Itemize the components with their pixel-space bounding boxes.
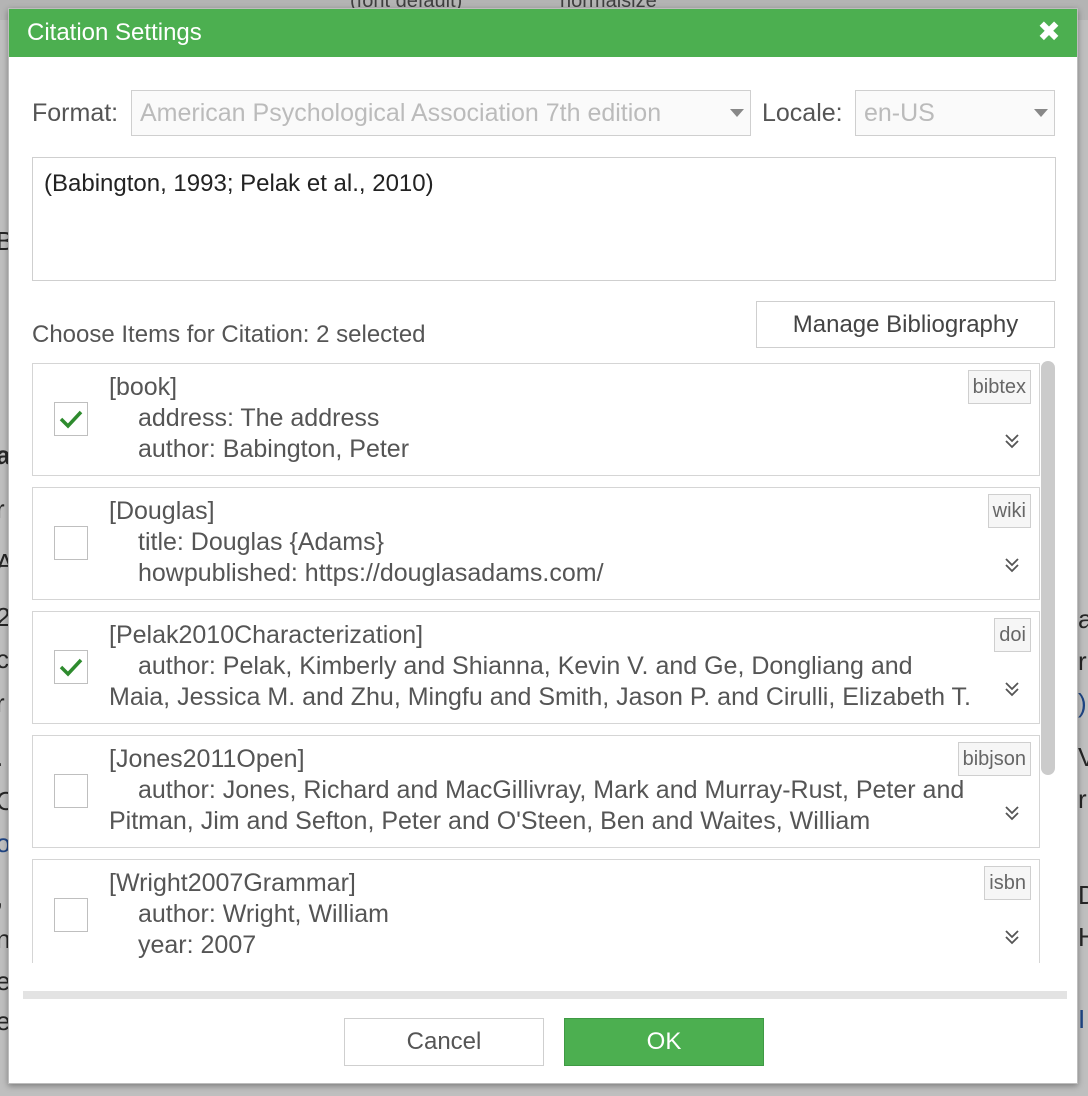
expand-chevrons-icon[interactable] [1001,554,1023,576]
citation-items-list[interactable]: [book] address: The address author: Babi… [32,361,1040,963]
source-badge: bibtex [967,370,1031,404]
item-details: [Wright2007Grammar] author: Wright, Will… [109,868,1009,961]
expand-chevrons-icon[interactable] [1001,926,1023,948]
citation-preview: (Babington, 1993; Pelak et al., 2010) [32,157,1056,281]
source-badge: isbn [984,866,1031,900]
locale-select-value: en-US [864,99,935,127]
format-select[interactable]: American Psychological Association 7th e… [131,90,751,136]
item-checkbox[interactable] [54,898,88,932]
item-field: title: Douglas {Adams} [138,528,384,556]
list-item[interactable]: [Douglas] title: Douglas {Adams} howpubl… [32,487,1040,600]
item-key: [Wright2007Grammar] [109,869,356,897]
expand-chevrons-icon[interactable] [1001,678,1023,700]
item-key: [Pelak2010Characterization] [109,621,424,649]
item-checkbox[interactable] [54,650,88,684]
format-label: Format: [32,99,119,127]
checkmark-icon [59,410,83,429]
item-details: [book] address: The address author: Babi… [109,372,1009,465]
checkmark-icon [59,658,83,677]
item-checkbox[interactable] [54,526,88,560]
item-key: [book] [109,373,178,401]
source-badge: doi [994,618,1031,652]
close-icon[interactable]: ✖ [1035,15,1063,49]
divider [23,991,1067,999]
item-field: author: Babington, Peter [138,435,410,463]
expand-chevrons-icon[interactable] [1001,802,1023,824]
locale-select[interactable]: en-US [855,90,1055,136]
citation-settings-dialog: Citation Settings ✖ Format: American Psy… [8,8,1078,1084]
dialog-titlebar: Citation Settings ✖ [9,9,1077,57]
choose-items-label: Choose Items for Citation: 2 selected [32,321,426,348]
list-scrollbar[interactable] [1041,361,1055,963]
item-checkbox[interactable] [54,774,88,808]
item-field: author: Pelak, Kimberly and Shianna, Kev… [138,652,913,680]
item-details: [Pelak2010Characterization] author: Pela… [109,620,1019,713]
source-badge: bibjson [957,742,1031,776]
expand-chevrons-icon[interactable] [1001,430,1023,452]
item-key: [Douglas] [109,497,215,525]
item-details: [Douglas] title: Douglas {Adams} howpubl… [109,496,1009,589]
cancel-button[interactable]: Cancel [344,1018,544,1066]
item-field: address: The address [138,404,380,432]
list-item[interactable]: [Wright2007Grammar] author: Wright, Will… [32,859,1040,963]
list-item[interactable]: [Jones2011Open] author: Jones, Richard a… [32,735,1040,848]
manage-bibliography-button[interactable]: Manage Bibliography [756,301,1055,348]
item-field: Pitman, Jim and Sefton, Peter and O'Stee… [109,807,871,835]
item-field: author: Jones, Richard and MacGillivray,… [138,776,965,804]
ok-button[interactable]: OK [564,1018,764,1066]
locale-label: Locale: [762,99,843,127]
dialog-title: Citation Settings [27,19,202,46]
chevron-down-icon [1034,109,1048,117]
list-item[interactable]: [Pelak2010Characterization] author: Pela… [32,611,1040,724]
item-checkbox[interactable] [54,402,88,436]
item-field: Maia, Jessica M. and Zhu, Mingfu and Smi… [109,683,971,711]
item-field: author: Wright, William [138,900,389,928]
item-field: year: 2007 [138,931,257,959]
format-select-value: American Psychological Association 7th e… [140,99,662,127]
source-badge: wiki [987,494,1031,528]
item-field: howpublished: https://douglasadams.com/ [138,559,604,587]
chevron-down-icon [730,109,744,117]
item-details: [Jones2011Open] author: Jones, Richard a… [109,744,1009,837]
list-item[interactable]: [book] address: The address author: Babi… [32,363,1040,476]
scrollbar-thumb[interactable] [1041,361,1055,775]
item-key: [Jones2011Open] [109,745,305,773]
